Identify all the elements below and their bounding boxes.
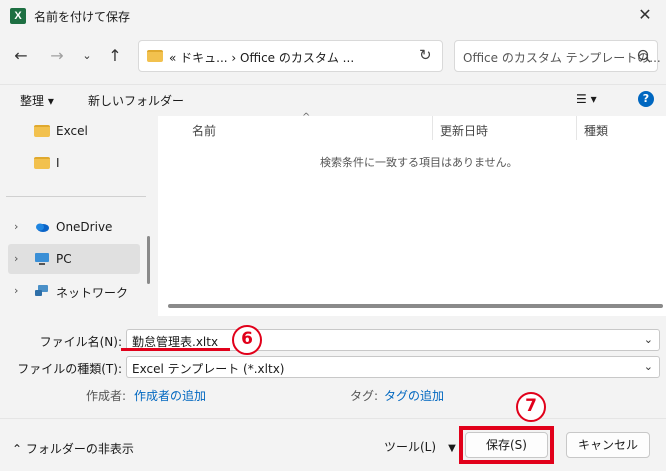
column-divider[interactable] [576, 116, 577, 140]
filetype-label: ファイルの種類(T): [17, 362, 122, 376]
column-header-modified[interactable]: 更新日時 [440, 122, 488, 139]
cloud-icon [36, 223, 49, 232]
annotation-step-6: 6 [232, 325, 262, 355]
sidebar-item-onedrive[interactable]: › OneDrive [8, 212, 140, 242]
hide-folders-label: フォルダーの非表示 [25, 442, 134, 456]
author-label: 作成者: [86, 389, 127, 403]
chevron-down-icon[interactable]: ⌄ [644, 333, 653, 346]
back-arrow-icon: ← [14, 46, 28, 65]
save-button[interactable]: 保存(S) [465, 432, 548, 458]
close-icon: ✕ [638, 5, 652, 24]
up-arrow-icon: ↑ [108, 46, 122, 65]
organize-menu[interactable]: 整理 ▾ [20, 92, 54, 109]
toolbar-divider [0, 84, 666, 85]
excel-app-icon: X [10, 8, 26, 24]
chevron-right-icon[interactable]: › [14, 220, 18, 233]
folder-icon [34, 125, 50, 137]
sidebar-item-pc[interactable]: › PC [8, 244, 140, 274]
search-input[interactable]: Office のカスタム テンプレートの... [463, 49, 661, 66]
navigation-scrollbar[interactable] [147, 236, 150, 284]
chevron-down-icon[interactable]: ⌄ [644, 360, 653, 373]
navigation-pane: Excel I › OneDrive › PC › ネットワーク [0, 116, 156, 316]
chevron-up-icon: ⌃ [12, 442, 26, 456]
sidebar-item-label: ネットワーク [56, 286, 129, 300]
sort-up-icon: ^ [302, 112, 311, 123]
recent-locations-button[interactable]: ⌄ [76, 44, 98, 68]
footer-divider [0, 418, 666, 419]
filename-label: ファイル名(N): [39, 335, 122, 349]
refresh-icon[interactable]: ↻ [419, 46, 432, 64]
network-icon [35, 285, 48, 296]
sidebar-item-excel[interactable]: Excel [8, 116, 140, 146]
sidebar-item-label: Excel [56, 124, 88, 138]
annotation-step-7: 7 [516, 392, 546, 422]
address-bar[interactable]: « ドキュ... › Office のカスタム ... ↻ [138, 40, 443, 72]
sidebar-item-i[interactable]: I [8, 148, 140, 178]
chevron-down-icon: ⌄ [82, 49, 92, 62]
folder-icon [34, 157, 50, 169]
help-icon[interactable]: ? [638, 91, 654, 107]
filetype-value[interactable]: Excel テンプレート (*.xltx) [132, 360, 284, 377]
tools-menu[interactable]: ツール(L) ▼ [384, 438, 456, 455]
horizontal-scrollbar[interactable] [168, 304, 663, 308]
file-list: 名前 ^ 更新日時 種類 検索条件に一致する項目はありません。 [158, 112, 666, 316]
column-header-type[interactable]: 種類 [584, 122, 608, 139]
title-bar: X 名前を付けて保存 ✕ [0, 0, 666, 32]
forward-button[interactable]: → [46, 44, 68, 68]
computer-icon [35, 253, 49, 265]
cancel-button[interactable]: キャンセル [566, 432, 650, 458]
hide-folders-button[interactable]: ⌃ フォルダーの非表示 [12, 440, 134, 457]
column-header-name[interactable]: 名前 [192, 122, 216, 139]
window-title: 名前を付けて保存 [34, 10, 131, 24]
sidebar-item-network[interactable]: › ネットワーク [8, 276, 140, 306]
search-box[interactable]: Office のカスタム テンプレートの... [454, 40, 661, 72]
chevron-right-icon[interactable]: › [14, 252, 18, 265]
address-path[interactable]: « ドキュ... › Office のカスタム ... [169, 49, 354, 66]
folder-icon [147, 50, 163, 62]
close-button[interactable]: ✕ [624, 0, 666, 32]
new-folder-button[interactable]: 新しいフォルダー [88, 92, 184, 109]
forward-arrow-icon: → [50, 46, 64, 65]
filetype-select[interactable]: Excel テンプレート (*.xltx) ⌄ [126, 356, 660, 378]
view-options-button[interactable]: ☰ ▾ [576, 92, 597, 106]
sidebar-item-label: I [56, 156, 60, 170]
search-icon[interactable] [637, 49, 651, 63]
sidebar-item-label: OneDrive [56, 220, 113, 234]
chevron-right-icon[interactable]: › [14, 284, 18, 297]
tools-label: ツール(L) [384, 440, 437, 454]
caret-down-icon: ▼ [448, 443, 456, 454]
up-button[interactable]: ↑ [104, 44, 126, 68]
sidebar-item-label: PC [56, 252, 72, 266]
list-view-icon: ☰ ▾ [576, 92, 597, 106]
empty-message: 検索条件に一致する項目はありません。 [320, 156, 518, 169]
add-tags-link[interactable]: タグの追加 [384, 387, 444, 404]
column-divider[interactable] [432, 116, 433, 140]
annotation-underline [121, 348, 230, 351]
back-button[interactable]: ← [10, 44, 32, 68]
sidebar-divider [6, 196, 146, 197]
add-author-link[interactable]: 作成者の追加 [134, 387, 206, 404]
tags-label: タグ: [350, 389, 379, 403]
